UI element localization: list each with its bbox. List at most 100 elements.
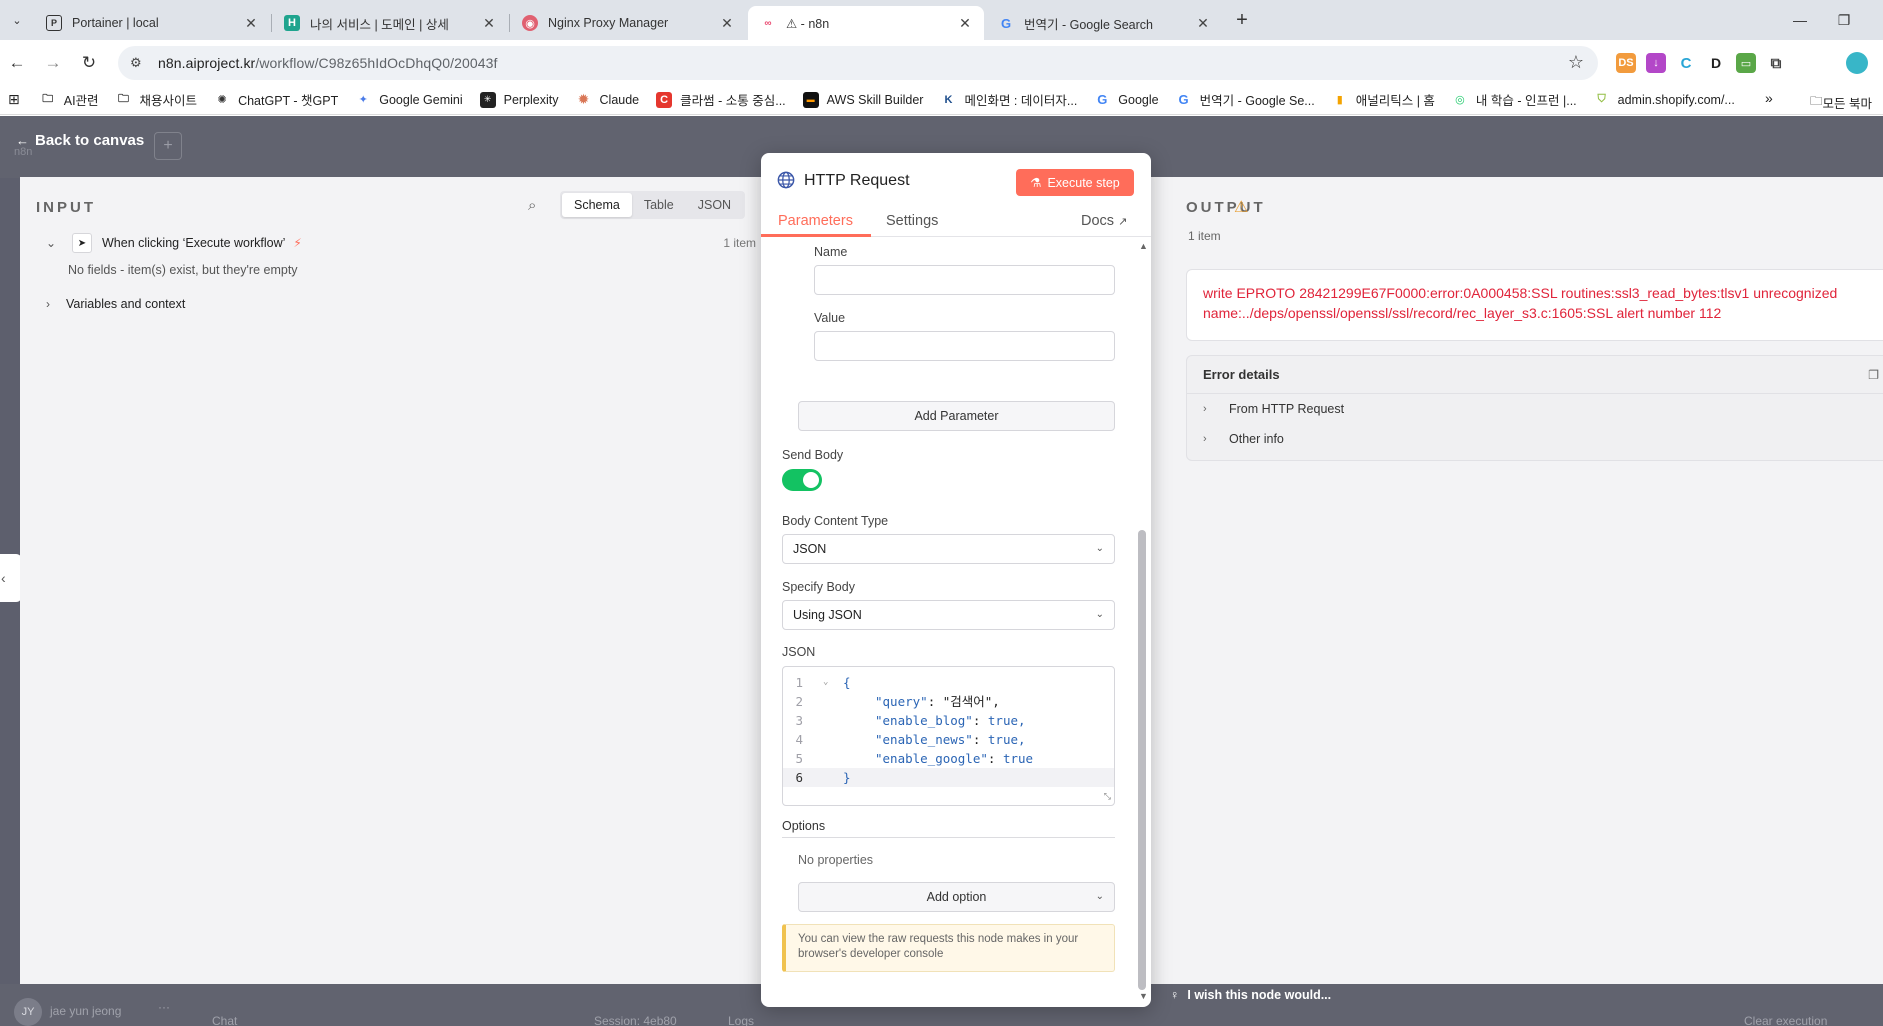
bookmark-item[interactable]: ✹ Claude	[576, 91, 640, 108]
browser-tab-google[interactable]: G 번역기 - Google Search ✕	[986, 6, 1222, 40]
bookmark-item[interactable]: G Google	[1094, 92, 1158, 108]
close-icon[interactable]: ✕	[956, 15, 974, 32]
glasses-extension-icon[interactable]: ▭	[1736, 53, 1756, 73]
search-icon[interactable]: ⌕	[528, 197, 536, 214]
view-schema-button[interactable]: Schema	[562, 193, 632, 217]
folder-icon: 🗀	[118, 93, 130, 105]
google-icon: G	[1097, 92, 1108, 107]
specify-body-select[interactable]: Using JSON ⌄	[782, 600, 1115, 630]
address-bar[interactable]: ⚙ n8n.aiproject.kr/workflow/C98z65hIdOcD…	[118, 46, 1598, 80]
bookmark-item[interactable]: C 클라썸 - 소통 중심...	[656, 90, 786, 109]
view-json-button[interactable]: JSON	[686, 193, 743, 217]
add-node-plus-icon[interactable]: +	[154, 132, 182, 160]
tab-parameters[interactable]: Parameters	[778, 213, 853, 229]
close-icon[interactable]: ✕	[718, 15, 736, 32]
send-body-toggle[interactable]	[782, 469, 822, 491]
url-text[interactable]: n8n.aiproject.kr/workflow/C98z65hIdOcDhq…	[158, 55, 498, 71]
name-input[interactable]	[814, 265, 1115, 295]
tab-title: 나의 서비스 | 도메인 | 상세	[310, 17, 449, 32]
add-parameter-button[interactable]: Add Parameter	[798, 401, 1115, 431]
view-table-button[interactable]: Table	[632, 193, 686, 217]
profile-avatar[interactable]	[1846, 52, 1868, 74]
close-icon[interactable]: ✕	[1194, 15, 1212, 32]
apps-grid-icon[interactable]: ⊞	[8, 91, 20, 108]
kdata-icon: K	[944, 93, 953, 106]
site-info-icon[interactable]: ⚙	[130, 55, 148, 71]
details-row-from-http[interactable]: › From HTTP Request	[1187, 394, 1883, 424]
body-content-type-label: Body Content Type	[782, 514, 889, 528]
collapse-arrow-icon[interactable]: ‹	[0, 554, 22, 602]
feedback-link[interactable]: ♀ I wish this node would...	[1170, 988, 1331, 1002]
bookmark-star-icon[interactable]: ☆	[1568, 52, 1584, 73]
value-input[interactable]	[814, 331, 1115, 361]
view-switch: Schema Table JSON	[560, 191, 746, 219]
tab-settings[interactable]: Settings	[886, 213, 938, 229]
close-icon[interactable]: ✕	[480, 15, 498, 32]
bookmark-label: 번역기 - Google Se...	[1199, 94, 1315, 108]
tab-search-chevron-icon[interactable]: ⌄	[6, 9, 28, 31]
bookmark-item[interactable]: ✺ ChatGPT - 챗GPT	[214, 90, 338, 109]
chat-tab[interactable]: Chat	[212, 1014, 237, 1026]
forward-arrow-icon[interactable]: →	[40, 50, 66, 76]
bookmark-item[interactable]: ⛉ admin.shopify.com/...	[1594, 92, 1735, 108]
json-code-editor[interactable]: 1 ⌄ { 2 "query": "검색어", 3 "enable_blog":…	[782, 666, 1115, 806]
restore-icon[interactable]: ❐	[1824, 8, 1864, 32]
folder-icon: 🗀	[42, 93, 54, 105]
bookmark-item[interactable]: 🗀 AI관련	[40, 90, 98, 109]
more-bookmarks-chevron-icon[interactable]: »	[1765, 90, 1773, 106]
body-content-type-select[interactable]: JSON ⌄	[782, 534, 1115, 564]
bookmark-item[interactable]: ◎ 내 학습 - 인프런 |...	[1452, 90, 1577, 109]
puzzle-extensions-icon[interactable]: ⧉	[1766, 53, 1786, 73]
browser-tab-portainer[interactable]: P Portainer | local ✕	[34, 6, 270, 40]
add-option-select[interactable]: Add option ⌄	[798, 882, 1115, 912]
all-bookmarks[interactable]: 🗀 모든 북마	[1810, 92, 1872, 113]
bookmark-item[interactable]: G 번역기 - Google Se...	[1176, 90, 1315, 109]
error-text: write EPROTO 28421299E67F0000:error:0A00…	[1203, 285, 1838, 321]
new-tab-plus-icon[interactable]: +	[1230, 9, 1254, 33]
gemini-icon: ✦	[358, 94, 368, 106]
bookmark-item[interactable]: K 메인화면 : 데이터자...	[940, 90, 1077, 109]
node-title[interactable]: HTTP Request	[804, 172, 910, 190]
back-to-canvas-button[interactable]: ← Back to canvas	[16, 132, 144, 149]
bookmark-item[interactable]: 🗀 채용사이트	[116, 90, 197, 109]
c-extension-icon[interactable]: C	[1676, 53, 1696, 73]
node-header: HTTP Request ⚗ Execute step	[761, 153, 1151, 203]
more-dots-icon[interactable]: ···	[158, 1000, 170, 1014]
variables-label: Variables and context	[66, 297, 186, 311]
fold-chevron-icon[interactable]: ⌄	[823, 673, 828, 692]
avatar[interactable]: JY	[14, 998, 42, 1026]
scroll-down-icon[interactable]: ▼	[1139, 991, 1148, 1001]
bookmark-item[interactable]: ✳ Perplexity	[479, 91, 559, 108]
bookmark-label: ChatGPT - 챗GPT	[238, 94, 339, 108]
close-icon[interactable]: ✕	[242, 15, 260, 32]
bookmark-item[interactable]: ▮ 애널리틱스 | 홈	[1332, 90, 1435, 109]
bookmark-label: admin.shopify.com/...	[1617, 92, 1735, 107]
download-extension-icon[interactable]: ↓	[1646, 53, 1666, 73]
chevron-down-icon[interactable]: ⌄	[46, 236, 66, 250]
aws-icon: ▬	[802, 91, 819, 108]
scrollbar-thumb[interactable]	[1138, 530, 1146, 990]
reload-icon[interactable]: ↻	[76, 50, 102, 76]
d-extension-icon[interactable]: D	[1706, 53, 1726, 73]
bookmark-item[interactable]: ✦ Google Gemini	[355, 92, 463, 108]
expand-editor-icon[interactable]: ⤡	[1104, 792, 1111, 802]
browser-tab-n8n[interactable]: ∞ ⚠ - n8n ✕	[748, 6, 984, 40]
browser-tab-domain[interactable]: H 나의 서비스 | 도메인 | 상세 ✕	[272, 6, 508, 40]
details-row-other-info[interactable]: › Other info	[1187, 424, 1883, 454]
execute-step-button[interactable]: ⚗ Execute step	[1016, 169, 1134, 196]
perplexity-icon: ✳	[479, 91, 496, 108]
logs-tab[interactable]: Logs	[728, 1014, 754, 1026]
browser-tab-nginx[interactable]: ◉ Nginx Proxy Manager ✕	[510, 6, 746, 40]
variables-context-row[interactable]: › Variables and context	[46, 297, 185, 311]
code-text: "enable_blog": true,	[875, 713, 1026, 728]
copy-icon[interactable]: ❐	[1868, 368, 1879, 382]
bookmark-item[interactable]: ▬ AWS Skill Builder	[802, 91, 923, 108]
scroll-up-icon[interactable]: ▲	[1139, 241, 1148, 251]
minimize-icon[interactable]: —	[1780, 8, 1820, 32]
trigger-node-row[interactable]: ⌄ ➤ When clicking ‘Execute workflow’ ⚡ 1…	[46, 231, 756, 255]
ds-extension-icon[interactable]: DS	[1616, 53, 1636, 73]
clear-execution-button[interactable]: Clear execution	[1744, 1014, 1827, 1026]
classum-icon: C	[656, 91, 673, 108]
tab-docs[interactable]: Docs ↗	[1081, 213, 1127, 229]
back-arrow-icon[interactable]: ←	[4, 50, 30, 76]
